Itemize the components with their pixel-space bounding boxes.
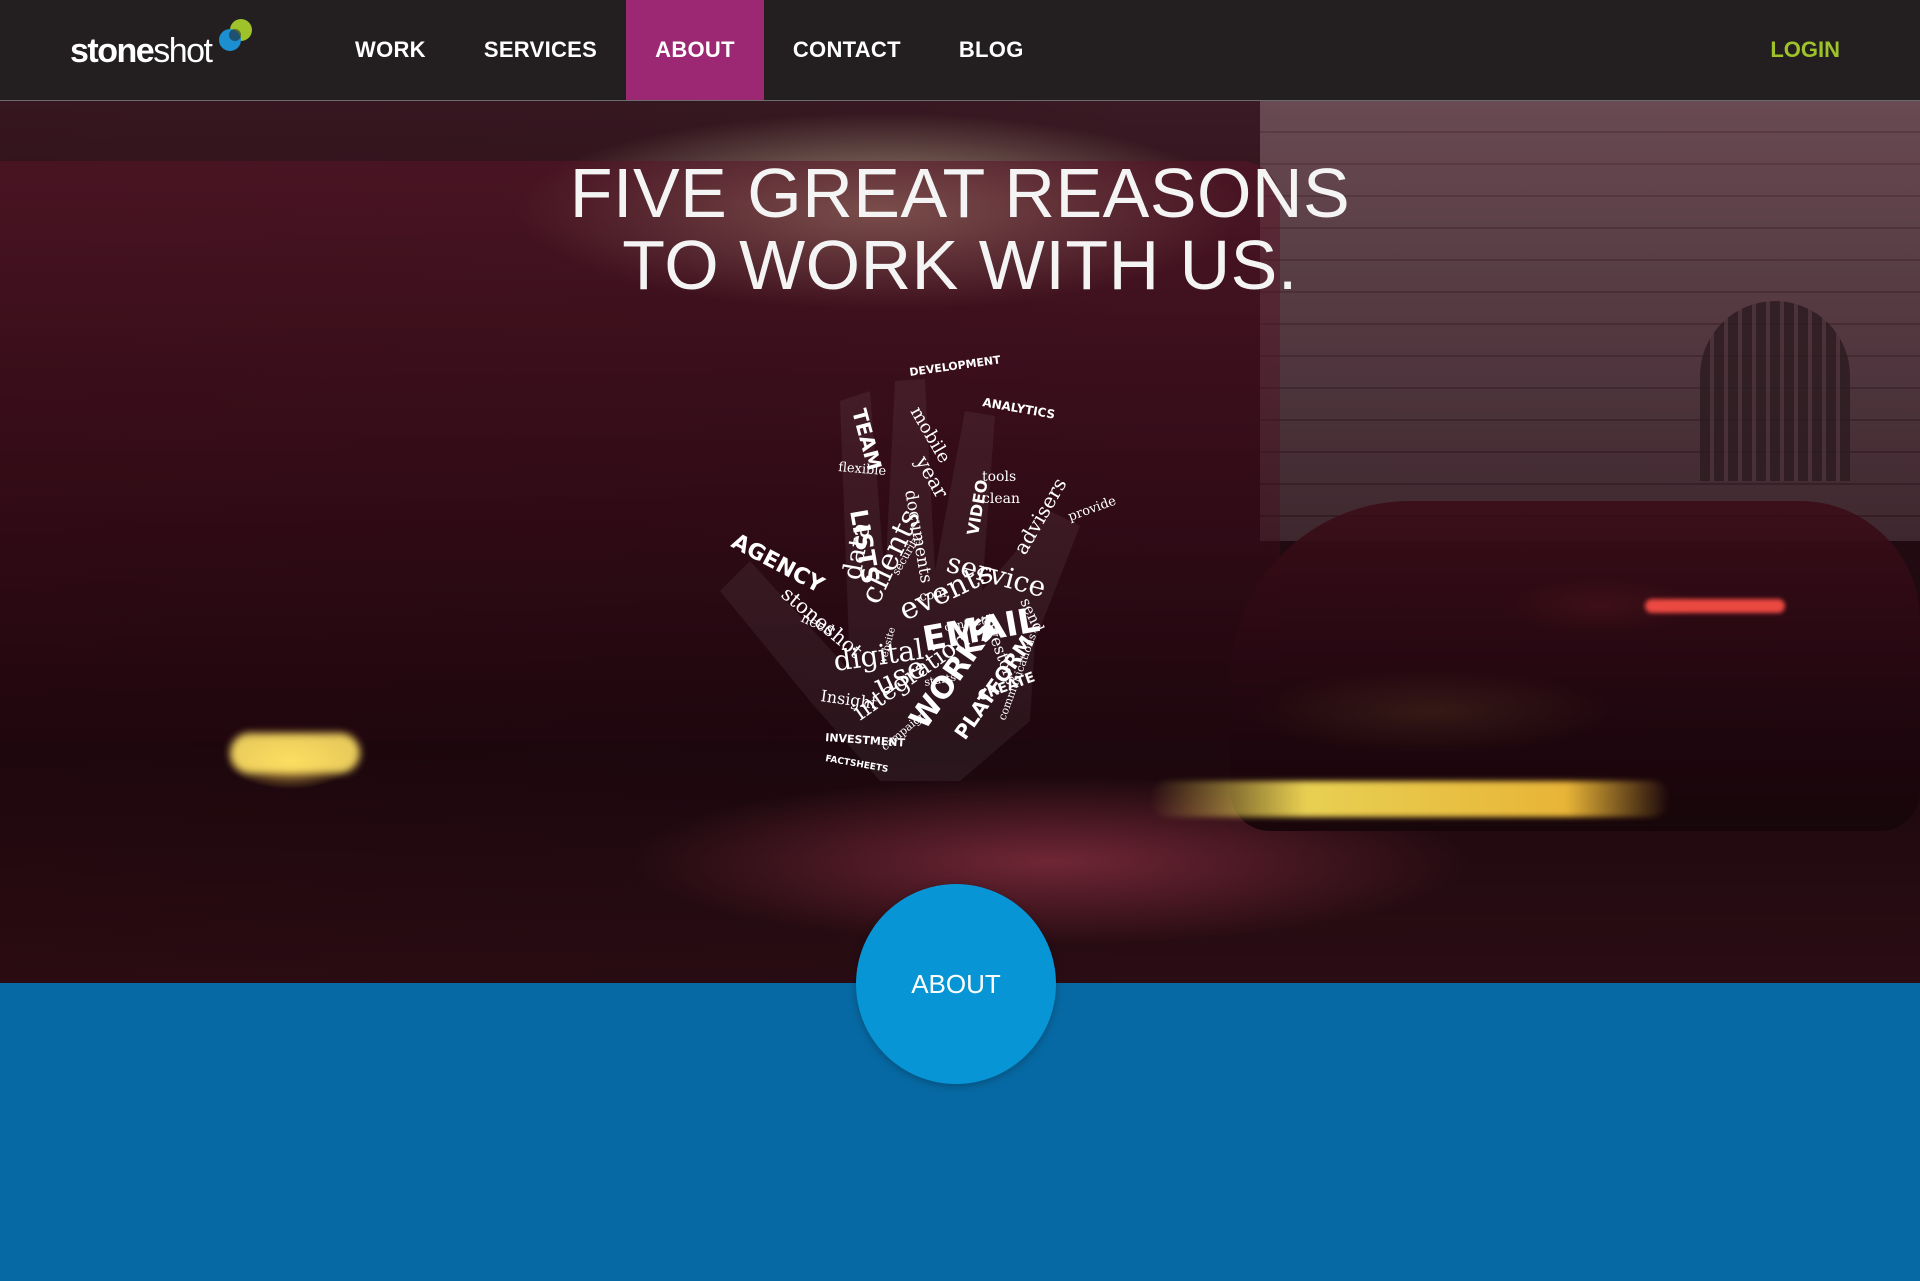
hero-banner: FIVE GREAT REASONS TO WORK WITH US. AGEN… [0,101,1920,983]
hand-word-clean: clean [982,491,1020,507]
nav-work[interactable]: WORK [326,0,455,100]
hand-word-development: DEVELOPMENT [909,353,1002,379]
hand-word-tools: tools [982,469,1016,485]
nav-about[interactable]: ABOUT [626,0,764,100]
nav-blog[interactable]: BLOG [930,0,1053,100]
stoneshot-logo[interactable]: stoneshot [70,16,257,86]
login-link[interactable]: LOGIN [1770,0,1840,100]
hero-title: FIVE GREAT REASONS TO WORK WITH US. [0,157,1920,301]
hero-light-streak [1150,781,1670,817]
top-navbar: stoneshot WORK SERVICES ABOUT CONTACT BL… [0,0,1920,101]
nav-contact[interactable]: CONTACT [764,0,930,100]
logo-wordmark: stoneshot [70,31,213,71]
logo-wordmark-bold: stone [70,31,155,70]
main-menu: WORK SERVICES ABOUT CONTACT BLOG [326,0,1053,100]
hero-title-line2: TO WORK WITH US. [622,226,1298,304]
hand-word-provide: provide [1066,493,1118,524]
hand-word-cloud: AGENCYstoneshotdigitalInsightintegration… [720,353,1119,781]
hero-bg-window [1700,301,1850,481]
nav-services[interactable]: SERVICES [455,0,626,100]
hero-tail-light [1645,599,1785,613]
about-circle-button[interactable]: ABOUT [856,884,1056,1084]
hero-light-streak-left [230,733,360,773]
hero-title-line1: FIVE GREAT REASONS [569,154,1351,232]
logo-wordmark-light: shot [153,31,213,70]
logo-circles-icon [219,19,253,51]
